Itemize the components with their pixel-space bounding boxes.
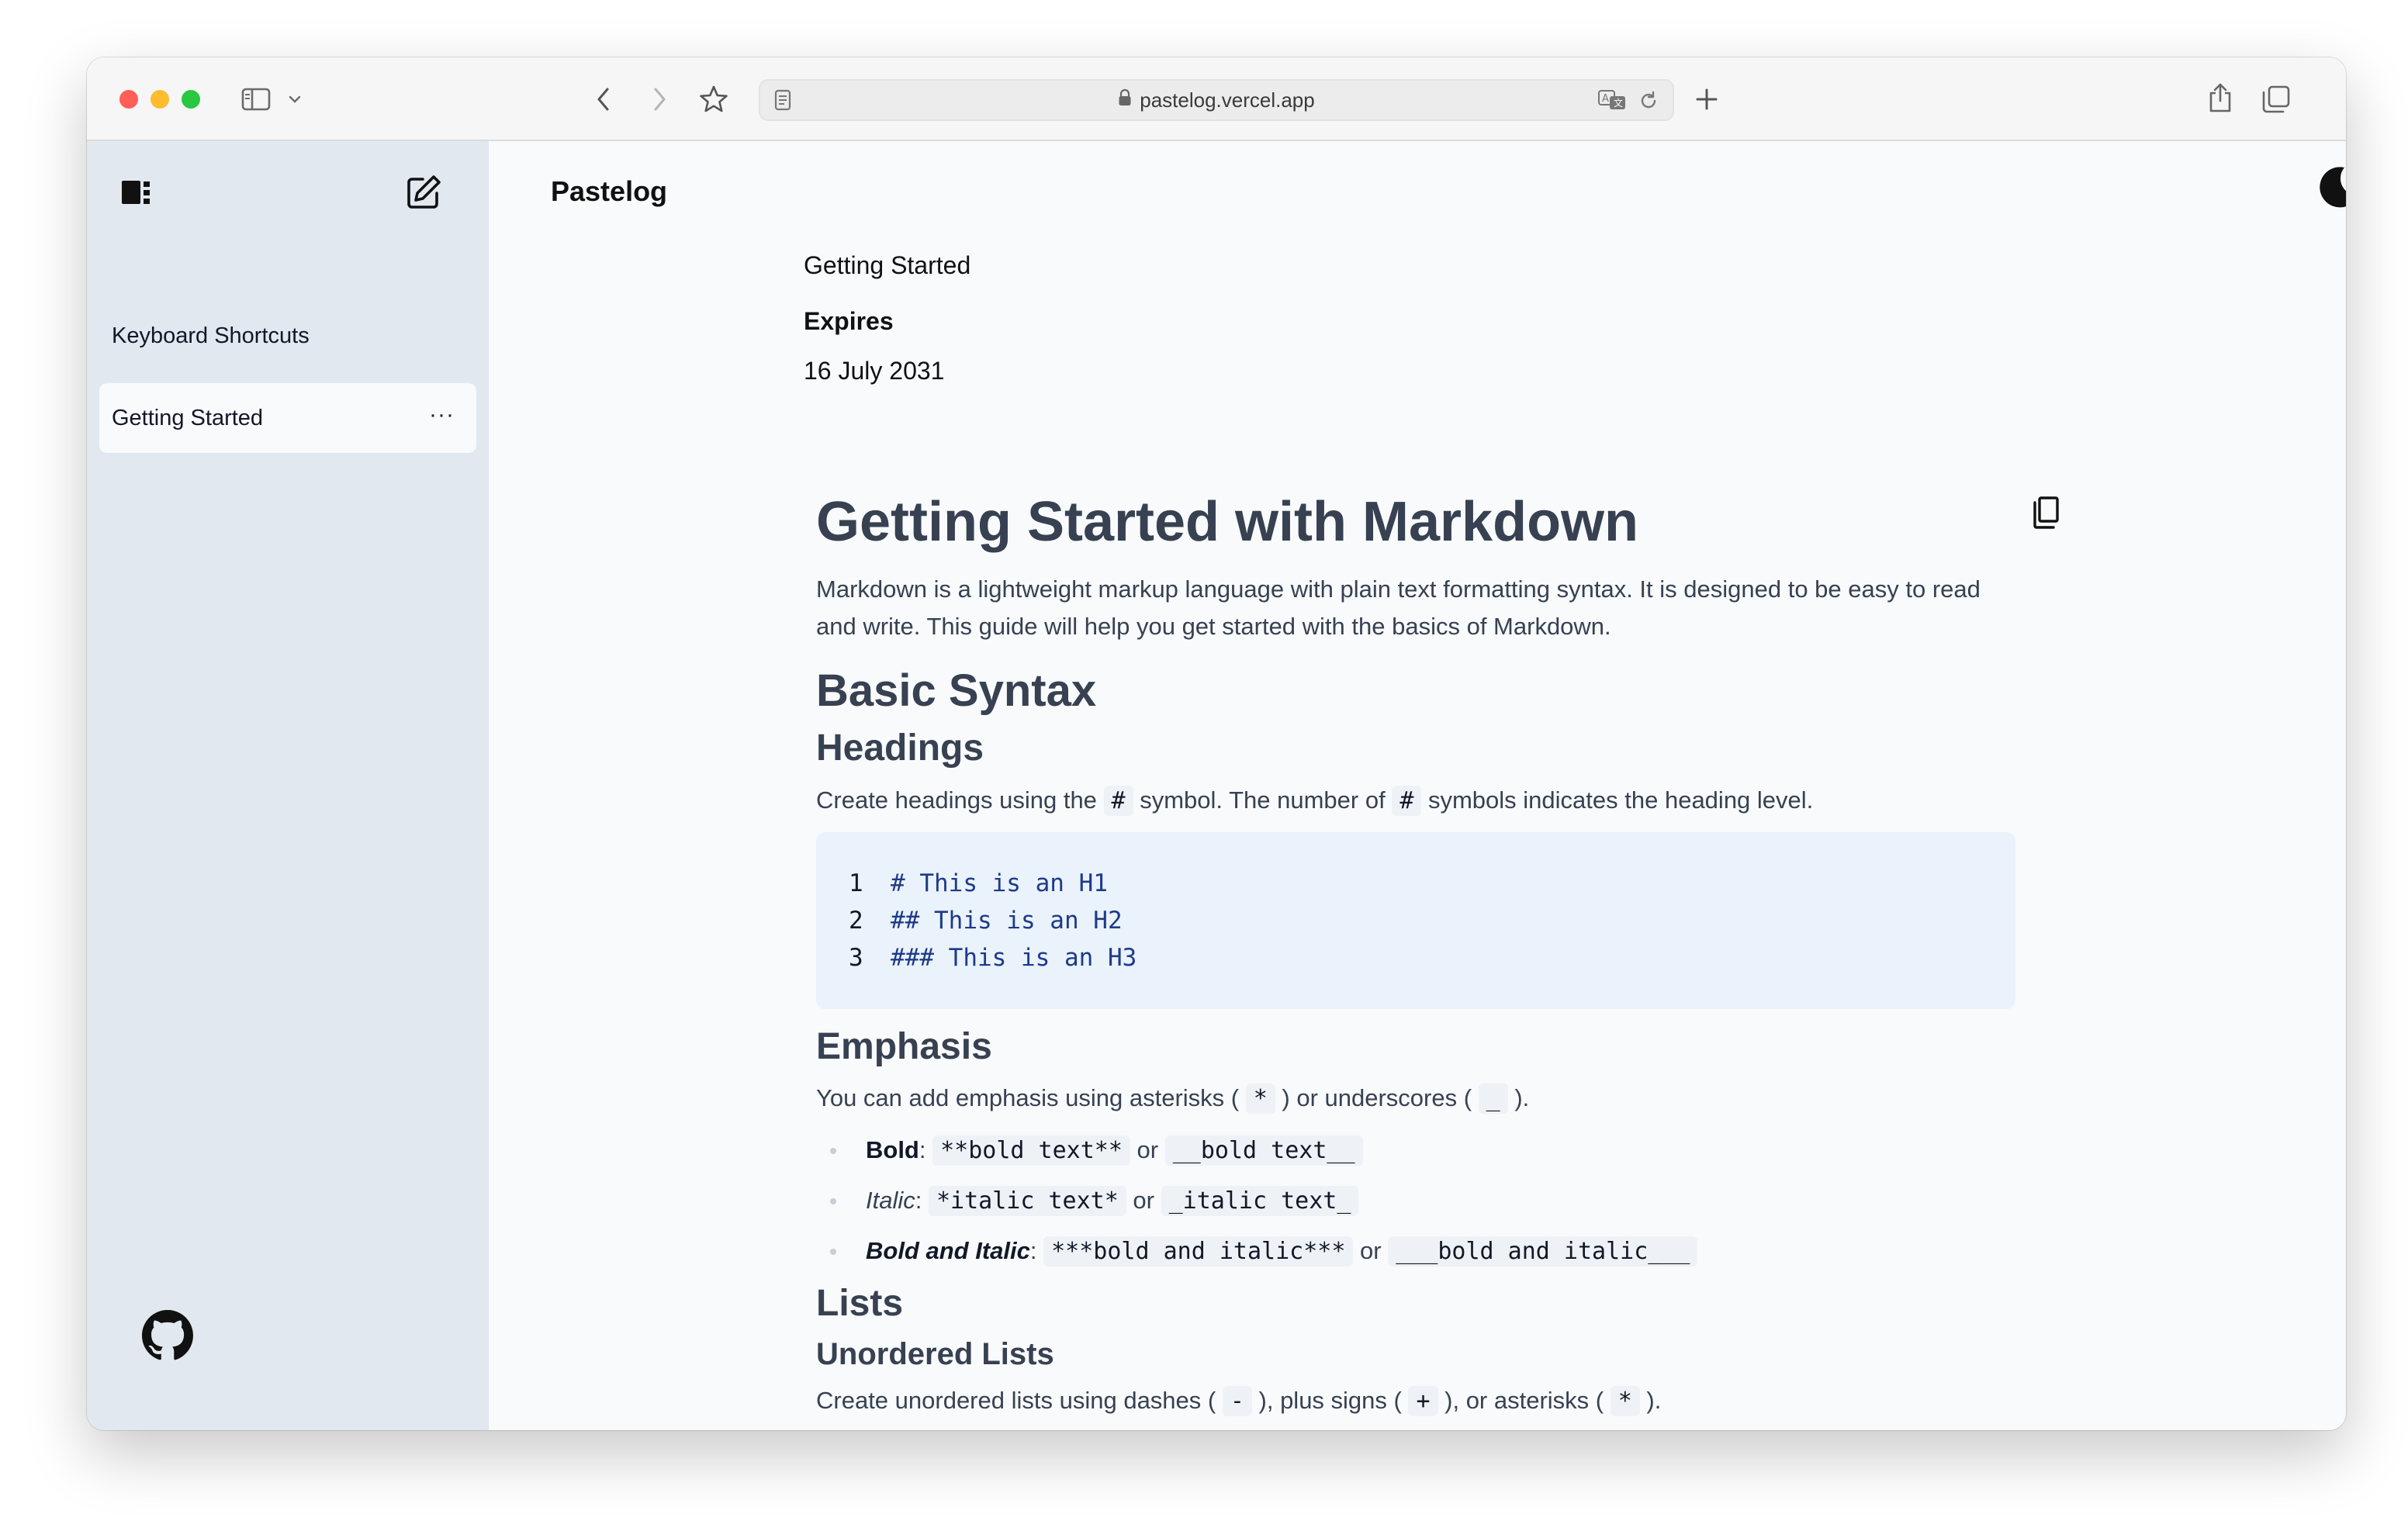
code-line: 3 ### This is an H3 bbox=[849, 939, 1983, 976]
text-run: or bbox=[1130, 1136, 1165, 1164]
inline-code: ***bold and italic*** bbox=[1043, 1236, 1354, 1267]
main-content: Pastelog Getting Started Expires 16 July… bbox=[489, 141, 2346, 1430]
inline-code: ___bold and italic___ bbox=[1388, 1236, 1698, 1267]
list-item-label: Bold and Italic bbox=[866, 1237, 1030, 1265]
share-icon[interactable] bbox=[2203, 79, 2237, 116]
lock-icon bbox=[1118, 88, 1132, 112]
sidebar: Keyboard Shortcuts Getting Started ··· bbox=[87, 141, 489, 1430]
forward-icon[interactable] bbox=[644, 84, 675, 115]
inline-code: _italic text_ bbox=[1161, 1186, 1359, 1217]
text-run: or bbox=[1126, 1187, 1161, 1215]
sidebar-item-label: Getting Started bbox=[112, 405, 264, 430]
more-options-icon[interactable]: ··· bbox=[429, 402, 455, 428]
sidebar-toggle-icon[interactable] bbox=[239, 84, 273, 115]
article-title: Getting Started with Markdown bbox=[816, 491, 1639, 553]
browser-toolbar: pastelog.vercel.app A文 bbox=[87, 57, 2346, 141]
line-number: 3 bbox=[849, 943, 863, 972]
text-run: symbols indicates the heading level. bbox=[1421, 786, 1814, 814]
basic-syntax-heading: Basic Syntax bbox=[816, 665, 1097, 717]
text-run: You can add emphasis using asterisks ( bbox=[816, 1084, 1246, 1112]
inline-code: __bold text__ bbox=[1164, 1135, 1363, 1166]
new-tab-plus-icon[interactable] bbox=[1690, 82, 1724, 116]
text-run: : bbox=[915, 1187, 929, 1215]
inline-code: + bbox=[1408, 1385, 1438, 1416]
svg-text:A: A bbox=[1602, 93, 1609, 105]
code-line: 1 # This is an H1 bbox=[849, 865, 1983, 902]
url-display[interactable]: pastelog.vercel.app bbox=[760, 81, 1673, 119]
text-run: symbol. The number of bbox=[1133, 786, 1393, 814]
chevron-down-icon[interactable] bbox=[285, 90, 304, 109]
dark-mode-moon-icon[interactable] bbox=[2312, 160, 2346, 214]
list-item-label: Bold bbox=[866, 1136, 919, 1164]
sidebar-item-keyboard-shortcuts[interactable]: Keyboard Shortcuts bbox=[99, 301, 476, 371]
headings-heading: Headings bbox=[816, 727, 984, 769]
list-item: Bold and Italic: ***bold and italic*** o… bbox=[816, 1226, 2015, 1277]
markdown-article: Getting Started with Markdown Markdown i… bbox=[816, 489, 2015, 1430]
lists-heading: Lists bbox=[816, 1283, 904, 1325]
sidebar-item-getting-started[interactable]: Getting Started ··· bbox=[99, 383, 476, 453]
list-item: Italic: *italic text* or _italic text_ bbox=[816, 1176, 2015, 1226]
text-run: ) or underscores ( bbox=[1275, 1084, 1479, 1112]
back-icon[interactable] bbox=[588, 84, 619, 115]
unordered-lists-paragraph: Create unordered lists using dashes ( - … bbox=[816, 1382, 2015, 1420]
zoom-window-button[interactable] bbox=[182, 90, 200, 109]
text-run: ), plus signs ( bbox=[1251, 1386, 1409, 1414]
headings-code-block: 1 # This is an H1 2 ## This is an H2 3 ### … bbox=[816, 831, 2015, 1009]
code-text: # This is an H1 bbox=[891, 869, 1108, 897]
emphasis-paragraph: You can add emphasis using asterisks ( *… bbox=[816, 1080, 2015, 1118]
svg-text:文: 文 bbox=[1614, 97, 1623, 109]
sidebar-item-label: Keyboard Shortcuts bbox=[112, 323, 310, 348]
code-line: 2 ## This is an H2 bbox=[849, 902, 1983, 939]
inline-code: * bbox=[1610, 1385, 1640, 1416]
reload-icon[interactable] bbox=[1635, 88, 1662, 113]
github-icon[interactable] bbox=[135, 1303, 200, 1368]
expires-label: Expires bbox=[804, 307, 894, 335]
translate-icon[interactable]: A文 bbox=[1597, 88, 1628, 112]
headings-paragraph: Create headings using the # symbol. The … bbox=[816, 782, 2015, 820]
list-item: Bold: **bold text** or __bold text__ bbox=[816, 1125, 2015, 1176]
text-run: ). bbox=[1507, 1084, 1530, 1112]
inline-code: **bold text** bbox=[932, 1135, 1130, 1166]
emphasis-heading: Emphasis bbox=[816, 1025, 992, 1067]
inline-code: *italic text* bbox=[928, 1186, 1126, 1217]
line-number: 1 bbox=[849, 869, 863, 897]
code-text: ## This is an H2 bbox=[891, 906, 1123, 935]
line-number: 2 bbox=[849, 906, 863, 935]
new-note-edit-icon[interactable] bbox=[403, 172, 444, 213]
address-bar[interactable]: pastelog.vercel.app A文 bbox=[759, 79, 1674, 121]
note-title: Getting Started bbox=[804, 251, 971, 279]
copy-icon[interactable] bbox=[2026, 492, 2065, 534]
text-run: or bbox=[1353, 1237, 1389, 1265]
expires-value: 16 July 2031 bbox=[804, 357, 945, 385]
text-run: Create headings using the bbox=[816, 786, 1104, 814]
text-run: Create unordered lists using dashes ( bbox=[816, 1386, 1223, 1414]
inline-code: # bbox=[1103, 785, 1133, 816]
intro-paragraph: Markdown is a lightweight markup languag… bbox=[816, 575, 1981, 641]
inline-code: # bbox=[1392, 785, 1422, 816]
url-text: pastelog.vercel.app bbox=[1140, 88, 1315, 112]
text-run: ). bbox=[1639, 1386, 1662, 1414]
inline-code: _ bbox=[1478, 1083, 1508, 1115]
close-window-button[interactable] bbox=[119, 90, 138, 109]
tab-overview-icon[interactable] bbox=[2259, 82, 2293, 116]
list-item-label: Italic bbox=[866, 1187, 915, 1215]
inline-code: * bbox=[1245, 1083, 1275, 1115]
bookmark-star-icon[interactable] bbox=[697, 82, 731, 116]
code-text: ### This is an H3 bbox=[891, 943, 1137, 972]
sidebar-panel-icon[interactable] bbox=[118, 175, 155, 209]
text-run: : bbox=[919, 1136, 933, 1164]
browser-window: pastelog.vercel.app A文 Keyboard Shortcut… bbox=[87, 57, 2346, 1430]
unordered-lists-heading: Unordered Lists bbox=[816, 1336, 1054, 1371]
text-run: : bbox=[1029, 1237, 1044, 1265]
text-run: ), or asterisks ( bbox=[1438, 1386, 1611, 1414]
app-brand[interactable]: Pastelog bbox=[551, 175, 667, 208]
emphasis-list: Bold: **bold text** or __bold text__ Ita… bbox=[816, 1125, 2015, 1277]
minimize-window-button[interactable] bbox=[150, 90, 169, 109]
inline-code: - bbox=[1222, 1385, 1252, 1416]
